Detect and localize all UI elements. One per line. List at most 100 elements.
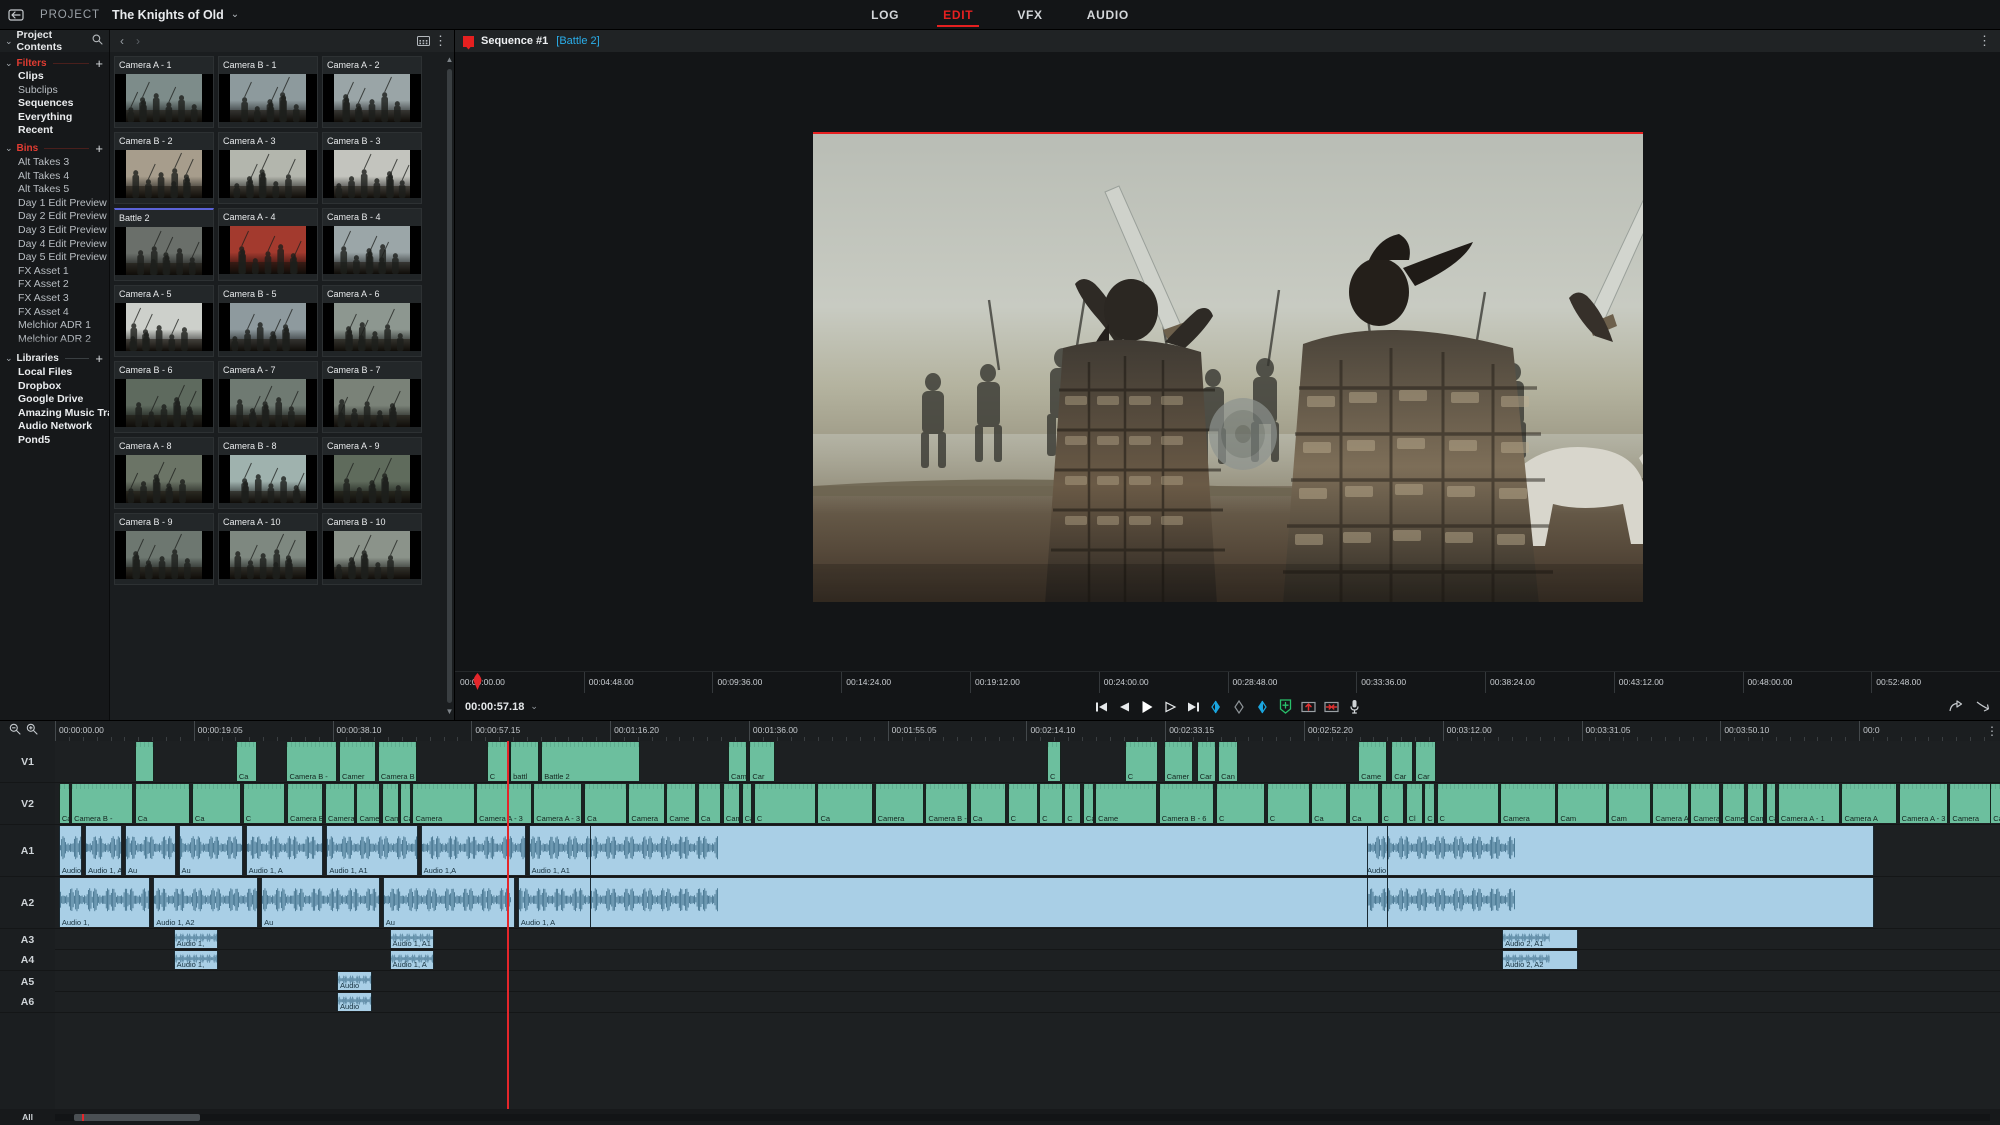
- track-header-a2[interactable]: A2: [0, 877, 55, 929]
- scrollbar-thumb[interactable]: [447, 69, 452, 703]
- video-clip[interactable]: Camer: [356, 784, 380, 823]
- caret-down-icon[interactable]: ▼: [446, 708, 454, 716]
- clip-card[interactable]: Camera B - 3: [322, 132, 422, 204]
- skip-back-icon[interactable]: [1094, 699, 1109, 715]
- track-lane-a6[interactable]: Audio: [55, 992, 2000, 1013]
- video-clip[interactable]: [134, 742, 155, 781]
- project-chevron-down-icon[interactable]: ⌄: [231, 9, 239, 20]
- sidebar-item-pond5[interactable]: Pond5: [0, 434, 109, 448]
- audio-clip[interactable]: Audio 1, A1: [85, 826, 123, 875]
- sidebar-item-recent[interactable]: Recent: [0, 124, 109, 138]
- timeline-timecode-ruler[interactable]: 00:00:00.00 00:00:19.05 00:00:38.10 00:00:5…: [55, 721, 1985, 741]
- audio-clip[interactable]: [589, 878, 1368, 927]
- video-clip[interactable]: C: [1046, 742, 1061, 781]
- back-arrow-icon[interactable]: [0, 0, 34, 30]
- sidebar-item-fx-asset-4[interactable]: FX Asset 4: [0, 306, 109, 320]
- zoom-out-icon[interactable]: [9, 722, 21, 740]
- sidebar-section-libraries[interactable]: ⌄ Libraries +: [0, 352, 109, 366]
- video-clip[interactable]: Camera B - 2: [1721, 784, 1746, 823]
- video-clip[interactable]: Camera: [1500, 784, 1556, 823]
- audio-clip[interactable]: Audio 1,: [58, 878, 151, 927]
- track-lane-v1[interactable]: Ca Camera B - Camer Camera B Cbattl Battle 2 C…: [55, 741, 2000, 783]
- audio-clip[interactable]: [1387, 878, 1874, 927]
- video-clip[interactable]: Cam: [722, 784, 741, 823]
- section-chevron-down-icon[interactable]: ⌄: [5, 353, 13, 364]
- track-lane-a1[interactable]: Audio 1, Audio 1, A1 Au Au Audio 1, A Audio 1…: [55, 825, 2000, 877]
- microphone-icon[interactable]: [1347, 699, 1362, 715]
- video-clip[interactable]: Camera A - 3: [476, 784, 532, 823]
- video-clip[interactable]: Camera B -: [286, 742, 338, 781]
- audio-clip[interactable]: Audio: [337, 972, 373, 990]
- sidebar-item-sequences[interactable]: Sequences: [0, 97, 109, 111]
- video-clip[interactable]: Camera B - 6: [1158, 784, 1215, 823]
- mark-out-icon[interactable]: [1255, 699, 1270, 715]
- video-clip[interactable]: Battle 2: [541, 742, 641, 781]
- clip-card[interactable]: Camera A - 2: [322, 56, 422, 128]
- zoom-in-icon[interactable]: [26, 722, 38, 740]
- video-clip[interactable]: Camera B: [287, 784, 324, 823]
- sidebar-item-day-2-edit-preview[interactable]: Day 2 Edit Preview: [0, 210, 109, 224]
- video-clip[interactable]: Camera A - 8: [1652, 784, 1689, 823]
- viewer-kebab-menu-icon[interactable]: ⋮: [1978, 33, 1992, 49]
- video-clip[interactable]: Camera B: [377, 742, 417, 781]
- video-clip[interactable]: Car: [741, 784, 753, 823]
- insert-edit-icon[interactable]: [1300, 699, 1316, 715]
- audio-clip[interactable]: Au: [178, 826, 243, 875]
- overview-thumb[interactable]: [74, 1113, 201, 1121]
- video-clip[interactable]: Camera A - 3: [1898, 784, 1948, 823]
- video-clip[interactable]: Camera: [324, 784, 355, 823]
- audio-clip[interactable]: Audio 1, A1: [326, 826, 418, 875]
- section-add-icon[interactable]: +: [95, 142, 103, 155]
- sidebar-item-day-5-edit-preview[interactable]: Day 5 Edit Preview: [0, 251, 109, 265]
- sidebar-item-dropbox[interactable]: Dropbox: [0, 380, 109, 394]
- share-icon[interactable]: [1948, 699, 1963, 715]
- clip-card[interactable]: Camera B - 2: [114, 132, 214, 204]
- clip-card[interactable]: Camera B - 9: [114, 513, 214, 585]
- sidebar-item-alt-takes-5[interactable]: Alt Takes 5: [0, 183, 109, 197]
- clip-card[interactable]: Camera A - 3: [218, 132, 318, 204]
- sidebar-item-day-4-edit-preview[interactable]: Day 4 Edit Preview: [0, 238, 109, 252]
- video-clip[interactable]: C: [1215, 784, 1266, 823]
- video-clip[interactable]: C: [242, 784, 286, 823]
- timeline-playhead[interactable]: [507, 741, 509, 1109]
- audio-clip[interactable]: Audio: [337, 993, 373, 1011]
- audio-clip[interactable]: Audio 1,: [173, 930, 219, 948]
- audio-clip[interactable]: Audio 1,: [58, 826, 83, 875]
- video-clip[interactable]: Ca: [1082, 784, 1094, 823]
- track-lane-a4[interactable]: Audio 1, Audio 1, A Audio 2, A2: [55, 950, 2000, 971]
- audio-clip[interactable]: Au: [382, 878, 515, 927]
- video-clip[interactable]: Camera: [628, 784, 665, 823]
- tab-log[interactable]: LOG: [849, 0, 921, 30]
- video-clip[interactable]: Ca: [191, 784, 242, 823]
- timeline-kebab-menu-icon[interactable]: ⋮: [1984, 724, 2000, 738]
- track-lane-a3[interactable]: Audio 1, Audio 1, A1 Audio 2, A1: [55, 929, 2000, 950]
- video-clip[interactable]: Ca: [969, 784, 1007, 823]
- clip-card[interactable]: Camera B - 1: [218, 56, 318, 128]
- video-clip[interactable]: Cam: [381, 784, 399, 823]
- video-clip[interactable]: C: [1124, 742, 1158, 781]
- tab-edit[interactable]: EDIT: [921, 0, 995, 30]
- track-header-a5[interactable]: A5: [0, 971, 55, 992]
- video-clip[interactable]: Cam: [1557, 784, 1607, 823]
- video-clip[interactable]: Ca: [817, 784, 874, 823]
- section-add-icon[interactable]: +: [95, 352, 103, 365]
- video-clip[interactable]: Cam: [727, 742, 748, 781]
- video-clip[interactable]: C: [1380, 784, 1405, 823]
- sidebar-item-google-drive[interactable]: Google Drive: [0, 393, 109, 407]
- section-add-icon[interactable]: +: [95, 57, 103, 70]
- sidebar-item-day-1-edit-preview[interactable]: Day 1 Edit Preview: [0, 197, 109, 211]
- clip-card[interactable]: Camera A - 10: [218, 513, 318, 585]
- tab-audio[interactable]: AUDIO: [1065, 0, 1151, 30]
- browser-scrollbar[interactable]: ▲ ▼: [445, 52, 454, 720]
- viewer-timecode-ruler[interactable]: 00:00:00.00 00:04:48.00 00:09:36.00 00:14:2…: [455, 671, 2000, 693]
- export-icon[interactable]: [1975, 699, 1990, 715]
- viewer-playhead[interactable]: [473, 673, 482, 690]
- video-clip[interactable]: Cam: [1765, 784, 1777, 823]
- video-clip[interactable]: Ca: [1311, 784, 1348, 823]
- viewer-timecode[interactable]: 00:00:57.18: [465, 701, 524, 713]
- video-clip[interactable]: Ca: [1349, 784, 1379, 823]
- video-clip[interactable]: Camera: [874, 784, 924, 823]
- sidebar-item-clips[interactable]: Clips: [0, 70, 109, 84]
- video-clip[interactable]: Camer: [1163, 742, 1193, 781]
- sidebar-item-fx-asset-1[interactable]: FX Asset 1: [0, 265, 109, 279]
